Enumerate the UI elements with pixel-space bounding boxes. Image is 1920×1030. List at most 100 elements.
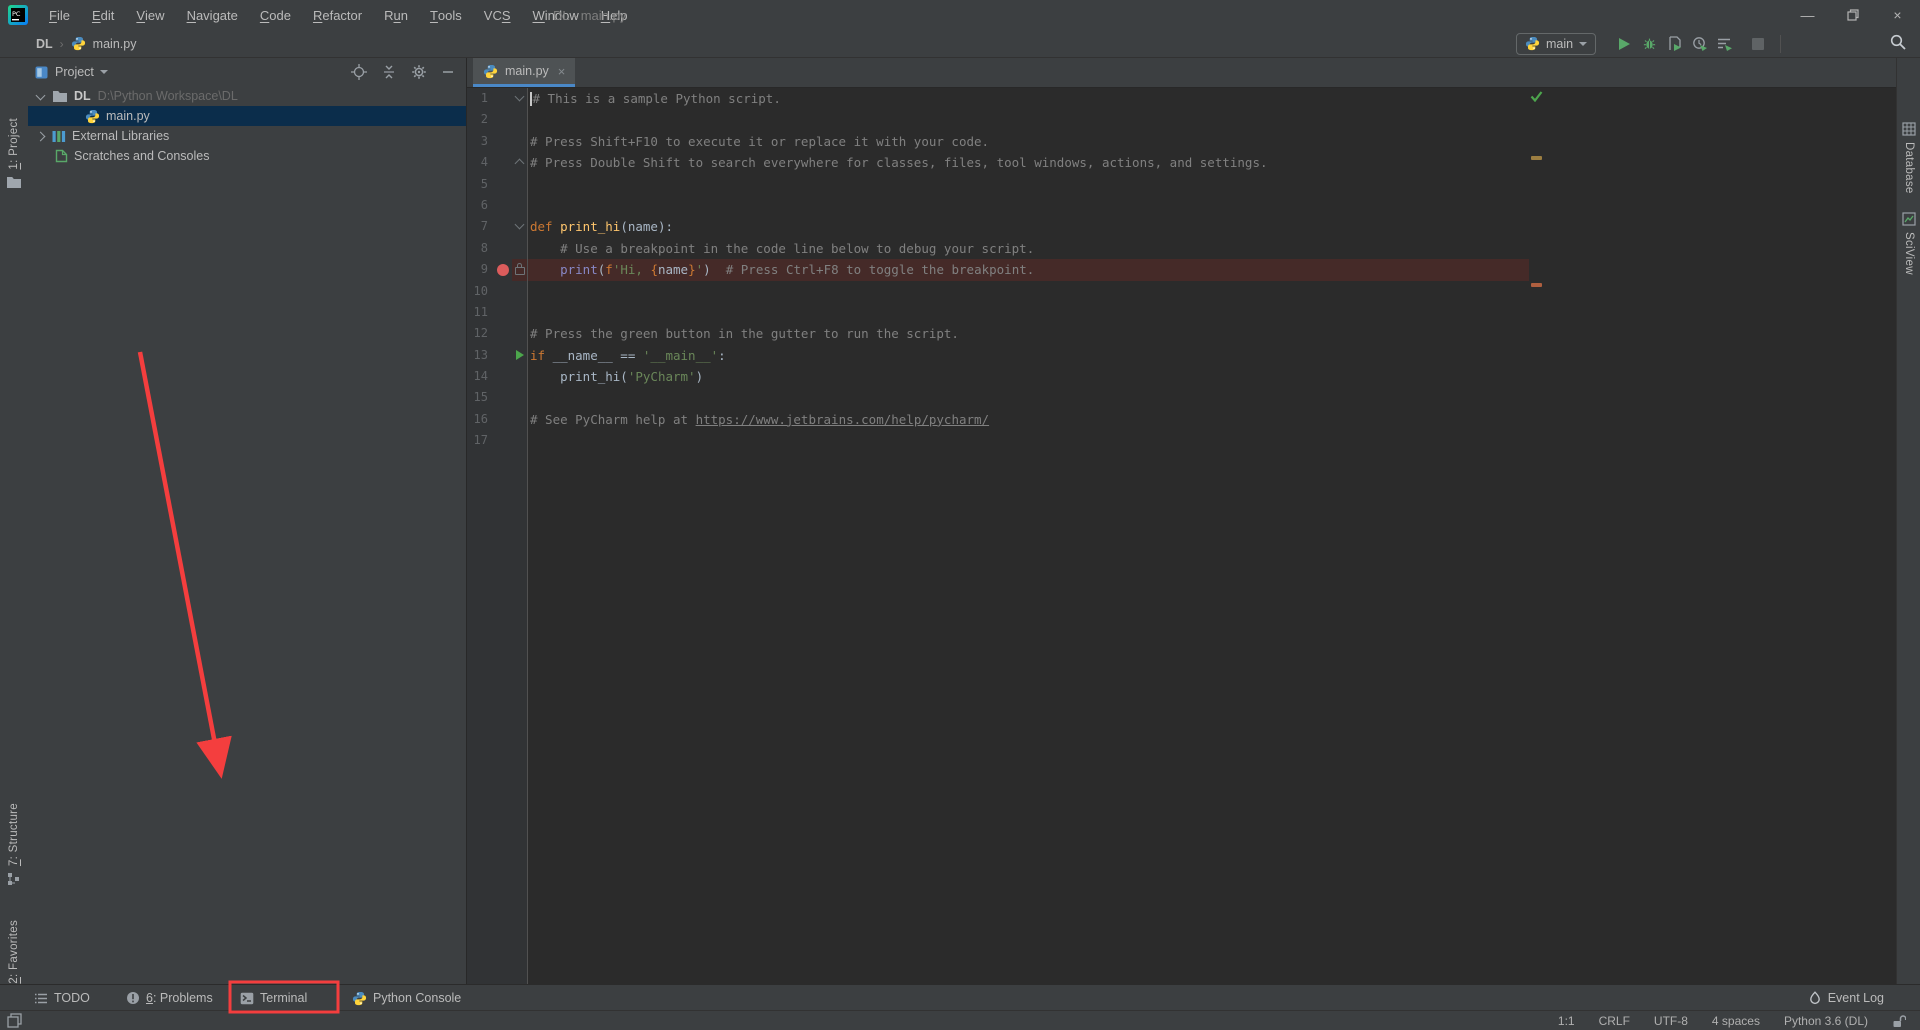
gutter[interactable]: 14 [467, 366, 512, 387]
code-text[interactable] [528, 302, 530, 323]
fold-column[interactable] [512, 174, 528, 195]
tab-main-py[interactable]: main.py × [473, 58, 575, 87]
code-text[interactable] [528, 195, 530, 216]
code-text[interactable]: if __name__ == '__main__': [528, 345, 726, 366]
gutter[interactable]: 15 [467, 387, 512, 408]
fold-column[interactable] [512, 195, 528, 216]
menu-code[interactable]: Code [249, 0, 302, 30]
fold-marker-icon[interactable] [515, 220, 525, 230]
code-line-9[interactable]: 9 print(f'Hi, {name}') # Press Ctrl+F8 t… [467, 259, 1896, 280]
fold-column[interactable] [512, 259, 528, 280]
menu-view[interactable]: View [125, 0, 175, 30]
chevron-down-icon[interactable] [36, 90, 46, 100]
fold-column[interactable] [512, 366, 528, 387]
code-line-11[interactable]: 11 [467, 302, 1896, 323]
tool-window-button-python-console[interactable]: Python Console [352, 985, 461, 1011]
breadcrumb-file[interactable]: main.py [93, 37, 137, 51]
tab-close-icon[interactable]: × [558, 64, 566, 79]
code-text[interactable] [528, 174, 530, 195]
chevron-down-icon[interactable] [100, 70, 108, 74]
gutter[interactable]: 2 [467, 109, 512, 130]
editor-empty-space[interactable] [467, 452, 1896, 984]
gutter[interactable]: 9 [467, 259, 512, 280]
code-line-2[interactable]: 2 [467, 109, 1896, 130]
gutter[interactable]: 10 [467, 281, 512, 302]
fold-column[interactable] [512, 281, 528, 302]
code-text[interactable]: print(f'Hi, {name}') # Press Ctrl+F8 to … [528, 259, 1034, 280]
fold-column[interactable] [512, 345, 528, 366]
fold-column[interactable] [512, 109, 528, 130]
fold-column[interactable] [512, 302, 528, 323]
breakpoint-icon[interactable] [497, 264, 509, 276]
locate-icon[interactable] [351, 64, 367, 80]
code-text[interactable]: # See PyCharm help at https://www.jetbra… [528, 409, 989, 430]
stripe-button-sciview[interactable]: SciView [1897, 212, 1920, 275]
fold-column[interactable] [512, 387, 528, 408]
fold-column[interactable] [512, 409, 528, 430]
tree-item-dl[interactable]: DLD:\Python Workspace\DL [28, 86, 466, 106]
menu-tools[interactable]: Tools [419, 0, 473, 30]
project-panel-title[interactable]: Project [55, 65, 94, 79]
status-item-0[interactable]: 1:1 [1558, 1014, 1575, 1028]
code-text[interactable]: def print_hi(name): [528, 216, 673, 237]
gutter[interactable]: 6 [467, 195, 512, 216]
tree-item-scratches-and-consoles[interactable]: Scratches and Consoles [28, 146, 466, 166]
fold-column[interactable] [512, 238, 528, 259]
breadcrumb-project[interactable]: DL [36, 37, 53, 51]
code-editor[interactable]: 1 # This is a sample Python script. 23 # Pr… [467, 88, 1896, 984]
code-line-8[interactable]: 8 # Use a breakpoint in the code line be… [467, 238, 1896, 259]
search-everywhere-icon[interactable] [1890, 34, 1906, 50]
code-line-6[interactable]: 6 [467, 195, 1896, 216]
fold-column[interactable] [512, 430, 528, 451]
hide-icon[interactable] [442, 66, 454, 78]
fold-column[interactable] [512, 88, 528, 109]
gutter[interactable]: 3 [467, 131, 512, 152]
run-tasks-button[interactable] [1712, 33, 1737, 55]
fold-marker-icon[interactable] [515, 159, 525, 169]
menu-file[interactable]: File [38, 0, 81, 30]
fold-column[interactable] [512, 152, 528, 173]
code-line-15[interactable]: 15 [467, 387, 1896, 408]
code-text[interactable] [528, 387, 530, 408]
gutter[interactable]: 13 [467, 345, 512, 366]
run-coverage-button[interactable] [1662, 33, 1687, 55]
window-layout-icon[interactable] [7, 1013, 22, 1028]
gutter[interactable]: 16 [467, 409, 512, 430]
chevron-right-icon[interactable] [36, 131, 46, 141]
tool-window-button-6--problems[interactable]: 6: Problems [126, 985, 213, 1011]
code-text[interactable]: # This is a sample Python script. [528, 88, 781, 109]
code-line-1[interactable]: 1 # This is a sample Python script. [467, 88, 1896, 109]
fold-column[interactable] [512, 216, 528, 237]
code-line-14[interactable]: 14 print_hi('PyCharm') [467, 366, 1896, 387]
stop-button[interactable] [1745, 33, 1770, 55]
collapse-all-icon[interactable] [382, 65, 396, 79]
stripe-button----project[interactable]: 1: Project [0, 118, 28, 189]
menu-navigate[interactable]: Navigate [176, 0, 249, 30]
code-text[interactable]: print_hi('PyCharm') [528, 366, 703, 387]
menu-edit[interactable]: Edit [81, 0, 125, 30]
code-text[interactable] [528, 430, 530, 451]
settings-icon[interactable] [411, 64, 427, 80]
restore-button[interactable] [1830, 0, 1875, 30]
debug-button[interactable] [1637, 33, 1662, 55]
stripe-button----structure[interactable]: 7: Structure [0, 803, 28, 886]
code-text[interactable]: # Press Shift+F10 to execute it or repla… [528, 131, 989, 152]
stripe-mark[interactable] [1531, 283, 1542, 287]
close-button[interactable]: × [1875, 0, 1920, 30]
fold-marker-icon[interactable] [515, 92, 525, 102]
gutter[interactable]: 12 [467, 323, 512, 344]
gutter[interactable]: 1 [467, 88, 512, 109]
status-item-4[interactable]: Python 3.6 (DL) [1784, 1014, 1868, 1028]
tool-window-button-terminal[interactable]: Terminal [240, 985, 307, 1011]
gutter[interactable]: 11 [467, 302, 512, 323]
profile-button[interactable] [1687, 33, 1712, 55]
code-line-17[interactable]: 17 [467, 430, 1896, 451]
gutter[interactable]: 5 [467, 174, 512, 195]
run-button[interactable] [1612, 33, 1637, 55]
tool-window-button-todo[interactable]: TODO [34, 985, 90, 1011]
status-item-1[interactable]: CRLF [1599, 1014, 1630, 1028]
code-line-5[interactable]: 5 [467, 174, 1896, 195]
event-log-button[interactable]: Event Log [1808, 985, 1884, 1011]
tree-item-main-py[interactable]: main.py [28, 106, 466, 126]
inspections-ok-icon[interactable] [1530, 91, 1543, 102]
